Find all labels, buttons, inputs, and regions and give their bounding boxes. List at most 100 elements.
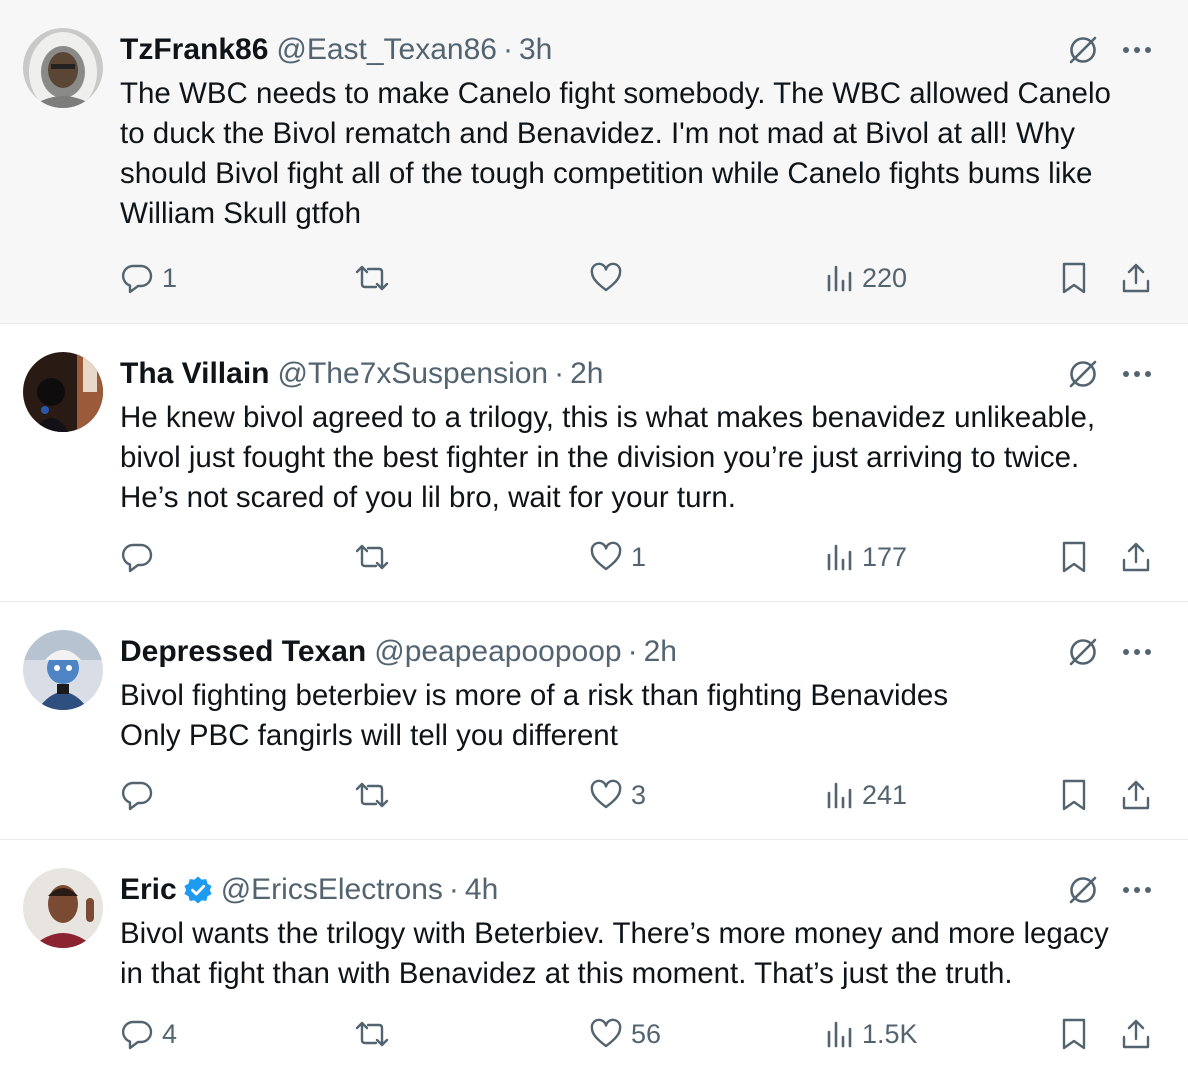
views-count: 177	[862, 541, 908, 572]
tweet-header-actions	[1066, 30, 1152, 70]
avatar-image	[23, 868, 103, 948]
share-button[interactable]	[1120, 258, 1152, 298]
bookmark-button[interactable]	[1060, 775, 1088, 815]
repost-button[interactable]	[354, 537, 398, 577]
repost-icon	[354, 1019, 390, 1049]
tweet-header-actions	[1066, 632, 1152, 672]
views-count: 1.5K	[862, 1018, 918, 1049]
replies-feed: TzFrank86 @East_Texan86 · 3h The WBC nee…	[0, 0, 1188, 1072]
heart-icon	[589, 262, 623, 294]
reply-button[interactable]: 1	[120, 258, 177, 298]
author-handle[interactable]: @The7xSuspension	[278, 357, 549, 391]
heart-icon	[589, 1018, 623, 1050]
bookmark-icon	[1060, 778, 1088, 812]
share-button[interactable]	[1120, 537, 1152, 577]
bookmark-icon	[1060, 540, 1088, 574]
timestamp[interactable]: 2h	[644, 635, 677, 669]
grok-icon[interactable]	[1066, 635, 1100, 669]
avatar-image	[23, 28, 103, 108]
tweet-actions: 4 56 1.5K	[0, 1014, 1188, 1054]
views-icon	[826, 1019, 854, 1049]
tweet-header: Tha Villain @The7xSuspension · 2h	[120, 354, 604, 394]
separator: ·	[627, 635, 638, 668]
separator: ·	[502, 33, 513, 66]
timestamp[interactable]: 2h	[570, 357, 603, 391]
avatar[interactable]	[23, 352, 103, 432]
repost-button[interactable]	[354, 775, 398, 815]
heart-icon	[589, 541, 623, 573]
tweet-header: Eric @EricsElectrons · 4h	[120, 870, 498, 910]
like-count: 3	[631, 779, 647, 810]
tweet-text: Bivol fighting beterbiev is more of a ri…	[120, 679, 949, 752]
more-icon[interactable]	[1122, 46, 1152, 54]
views-count: 220	[862, 262, 908, 293]
author-name[interactable]: Eric	[120, 873, 177, 907]
views-icon	[826, 542, 854, 572]
repost-button[interactable]	[354, 258, 398, 298]
tweet-actions: 3 241	[0, 775, 1188, 815]
share-icon	[1120, 540, 1152, 574]
reply-count: 4	[162, 1018, 178, 1049]
avatar[interactable]	[23, 630, 103, 710]
author-name[interactable]: Depressed Texan	[120, 635, 366, 669]
author-handle[interactable]: @East_Texan86	[276, 33, 497, 67]
views-button[interactable]: 177	[826, 537, 907, 577]
like-button[interactable]: 56	[589, 1014, 661, 1054]
repost-button[interactable]	[354, 1014, 398, 1054]
like-button[interactable]	[589, 258, 631, 298]
views-icon	[826, 780, 854, 810]
more-icon[interactable]	[1122, 886, 1152, 894]
separator: ·	[448, 873, 459, 906]
tweet-header: Depressed Texan @peapeapoopoop · 2h	[120, 632, 677, 672]
views-button[interactable]: 220	[826, 258, 907, 298]
timestamp[interactable]: 3h	[519, 33, 552, 67]
author-handle[interactable]: @peapeapoopoop	[374, 635, 621, 669]
grok-icon[interactable]	[1066, 873, 1100, 907]
views-button[interactable]: 1.5K	[826, 1014, 918, 1054]
author-handle[interactable]: @EricsElectrons	[221, 873, 443, 907]
tweet[interactable]: TzFrank86 @East_Texan86 · 3h The WBC nee…	[0, 0, 1188, 324]
reply-icon	[120, 1018, 154, 1050]
avatar[interactable]	[23, 868, 103, 948]
like-count: 1	[631, 541, 647, 572]
reply-button[interactable]	[120, 775, 162, 815]
views-button[interactable]: 241	[826, 775, 907, 815]
share-button[interactable]	[1120, 775, 1152, 815]
tweet-actions: 1 220	[0, 258, 1188, 298]
author-name[interactable]: TzFrank86	[120, 33, 268, 67]
author-name[interactable]: Tha Villain	[120, 357, 270, 391]
heart-icon	[589, 779, 623, 811]
share-button[interactable]	[1120, 1014, 1152, 1054]
like-button[interactable]: 1	[589, 537, 646, 577]
separator: ·	[554, 357, 565, 390]
repost-icon	[354, 542, 390, 572]
repost-icon	[354, 780, 390, 810]
share-icon	[1120, 1017, 1152, 1051]
more-icon[interactable]	[1122, 648, 1152, 656]
reply-button[interactable]	[120, 537, 162, 577]
views-icon	[826, 263, 854, 293]
bookmark-button[interactable]	[1060, 1014, 1088, 1054]
bookmark-icon	[1060, 1017, 1088, 1051]
bookmark-button[interactable]	[1060, 258, 1088, 298]
more-icon[interactable]	[1122, 370, 1152, 378]
avatar[interactable]	[23, 28, 103, 108]
share-icon	[1120, 261, 1152, 295]
verified-badge-icon[interactable]	[183, 875, 213, 905]
timestamp[interactable]: 4h	[465, 873, 498, 907]
bookmark-button[interactable]	[1060, 537, 1088, 577]
tweet[interactable]: Tha Villain @The7xSuspension · 2h He kne…	[0, 324, 1188, 602]
views-count: 241	[862, 779, 908, 810]
like-count: 56	[631, 1018, 662, 1049]
reply-icon	[120, 541, 154, 573]
tweet-header: TzFrank86 @East_Texan86 · 3h	[120, 30, 552, 70]
avatar-image	[23, 630, 103, 710]
tweet-text: He knew bivol agreed to a trilogy, this …	[120, 401, 1096, 514]
tweet[interactable]: Eric @EricsElectrons · 4h Bivol wants th…	[0, 840, 1188, 1072]
grok-icon[interactable]	[1066, 357, 1100, 391]
grok-icon[interactable]	[1066, 33, 1100, 67]
like-button[interactable]: 3	[589, 775, 646, 815]
reply-button[interactable]: 4	[120, 1014, 177, 1054]
tweet-header-actions	[1066, 870, 1152, 910]
tweet[interactable]: Depressed Texan @peapeapoopoop · 2h Bivo…	[0, 602, 1188, 840]
